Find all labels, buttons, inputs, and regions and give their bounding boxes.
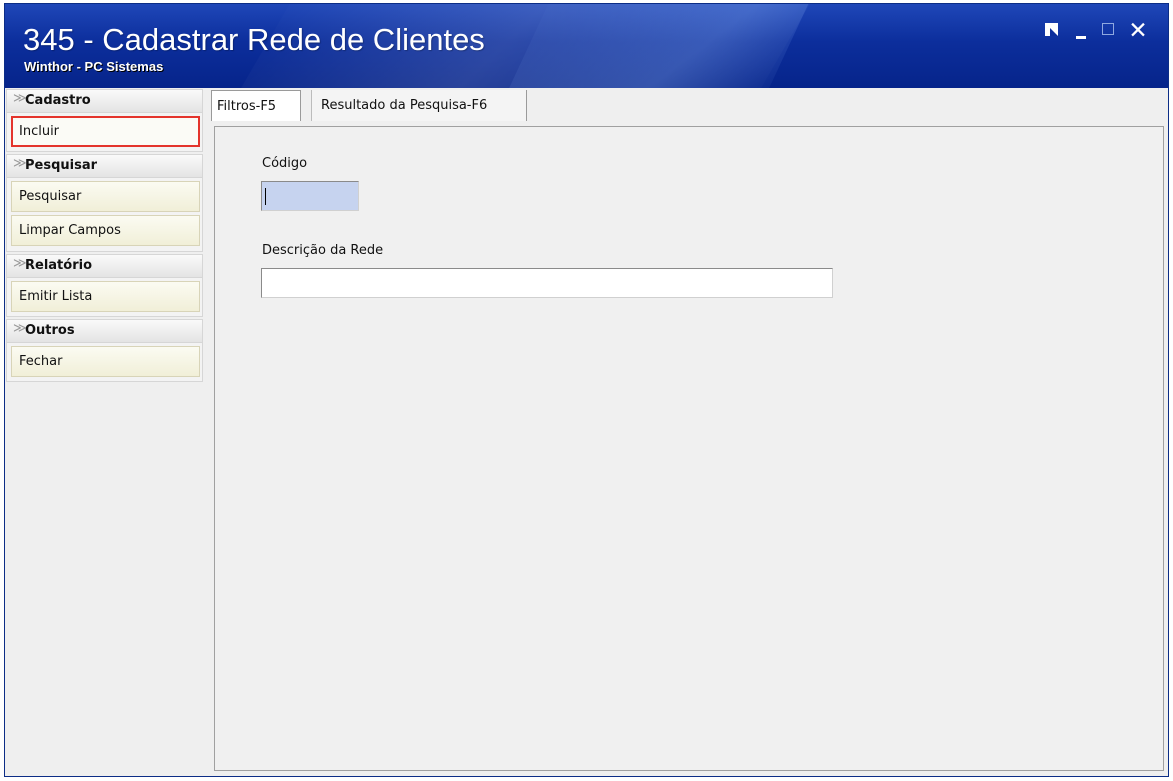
codigo-label: Código (262, 156, 308, 171)
group-body-relatorio: Emitir Lista (6, 278, 203, 317)
text-caret (265, 188, 266, 205)
window-subtitle: Winthor - PC Sistemas (24, 59, 164, 74)
group-header-relatorio[interactable]: ≫ Relatório (6, 254, 203, 278)
pesquisar-button[interactable]: Pesquisar (11, 181, 200, 212)
group-body-pesquisar: Pesquisar Limpar Campos (6, 178, 203, 252)
action-label: Emitir Lista (19, 289, 93, 304)
restore-icon[interactable] (1042, 20, 1064, 42)
minimize-icon[interactable] (1072, 20, 1094, 42)
emitir-lista-button[interactable]: Emitir Lista (11, 281, 200, 312)
action-label: Pesquisar (19, 189, 82, 204)
title-bar[interactable]: 345 - Cadastrar Rede de Clientes Winthor… (5, 4, 1168, 88)
fechar-button[interactable]: Fechar (11, 346, 200, 377)
descricao-rede-label: Descrição da Rede (262, 243, 384, 258)
limpar-campos-button[interactable]: Limpar Campos (11, 215, 200, 246)
main-area: Filtros-F5 Resultado da Pesquisa-F6 Códi… (205, 88, 1168, 776)
action-label: Limpar Campos (19, 223, 121, 238)
group-body-cadastro: Incluir (6, 113, 203, 152)
incluir-button[interactable]: Incluir (11, 116, 200, 147)
action-label: Fechar (19, 354, 63, 369)
window-title: 345 - Cadastrar Rede de Clientes (23, 22, 485, 57)
group-header-cadastro[interactable]: ≫ Cadastro (6, 89, 203, 113)
action-label: Incluir (19, 124, 60, 139)
group-header-outros[interactable]: ≫ Outros (6, 319, 203, 343)
codigo-input[interactable] (261, 181, 359, 211)
group-body-outros: Fechar (6, 343, 203, 382)
tab-label: Filtros-F5 (217, 99, 277, 114)
group-header-pesquisar[interactable]: ≫ Pesquisar (6, 154, 203, 178)
group-title: Outros (25, 323, 75, 338)
tab-filtros[interactable]: Filtros-F5 (211, 90, 301, 121)
close-icon[interactable]: ✕ (1127, 20, 1149, 43)
title-bar-decoration-2 (492, 4, 818, 88)
group-title: Relatório (25, 258, 92, 273)
maximize-icon[interactable] (1099, 20, 1121, 42)
group-title: Pesquisar (25, 158, 98, 173)
group-title: Cadastro (25, 93, 91, 108)
tab-label: Resultado da Pesquisa-F6 (321, 98, 488, 113)
filters-panel: Código Descrição da Rede (214, 126, 1164, 771)
action-sidebar: ≫ Cadastro Incluir ≫ Pesquisar Pesquisar… (5, 88, 205, 776)
tab-resultado-pesquisa[interactable]: Resultado da Pesquisa-F6 (311, 90, 527, 121)
app-window: 345 - Cadastrar Rede de Clientes Winthor… (4, 3, 1169, 777)
descricao-rede-input[interactable] (261, 268, 833, 298)
